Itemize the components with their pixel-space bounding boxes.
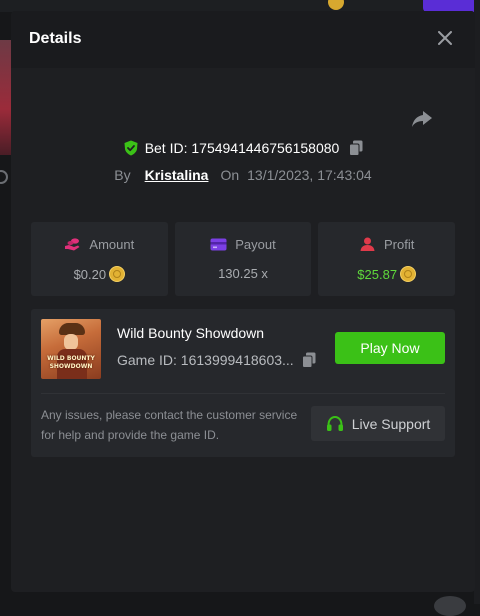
amount-value: $0.20 [73,266,107,282]
profit-user-icon [360,237,375,251]
profit-stat: Profit $25.87 [318,222,456,296]
profit-value: $25.87 [357,266,398,282]
background-scroll-button [434,596,466,616]
game-card: WILD BOUNTY SHOWDOWN Wild Bounty Showdow… [31,309,455,457]
thumb-title-line1: WILD BOUNTY [47,355,95,362]
game-thumbnail[interactable]: WILD BOUNTY SHOWDOWN [41,319,101,379]
amount-label-row: Amount [31,237,168,252]
payout-value: 130.25 x [218,266,268,281]
payout-stat: Payout 130.25 x [174,222,312,296]
game-id-row: Game ID: 1613999418603... [117,352,316,368]
amount-stat: Amount $0.20 [31,222,168,296]
support-help-text: Any issues, please contact the customer … [41,408,298,442]
modal-title: Details [29,30,82,47]
username-link[interactable]: Kristalina [145,167,209,183]
amount-label: Amount [89,237,135,252]
close-button[interactable] [434,27,456,49]
bet-details-modal: Details Bet ID: 1754941446756158080 By K… [11,11,475,592]
copy-icon[interactable] [301,352,316,368]
bet-datetime: 13/1/2023, 17:43:04 [247,167,372,183]
game-id-text: Game ID: 1613999418603... [117,352,294,368]
modal-header: Details [11,11,475,68]
live-support-label: Live Support [351,415,431,432]
profit-label-row: Profit [318,237,455,252]
live-support-button[interactable]: Live Support [311,406,445,441]
profit-label: Profit [384,237,415,252]
payout-label: Payout [235,237,276,252]
character-face-shape [64,334,78,350]
copy-icon[interactable] [349,140,363,156]
game-name: Wild Bounty Showdown [117,325,265,341]
bet-author-row: By Kristalina On 13/1/2023, 17:43:04 [11,167,475,183]
coin-icon [400,266,417,282]
close-icon [438,31,452,45]
share-icon [412,111,432,127]
thumb-title-line2: SHOWDOWN [49,363,93,370]
coins-hand-icon [65,238,80,251]
shield-check-icon [124,140,138,156]
bet-id-text: Bet ID: 1754941446756158080 [144,140,340,156]
play-now-button[interactable]: Play Now [335,332,445,364]
by-label: By [114,167,131,183]
bet-id-row: Bet ID: 1754941446756158080 [11,140,475,156]
share-button[interactable] [411,109,435,131]
coin-icon [109,266,126,282]
profit-value-row: $25.87 [318,266,455,282]
headset-icon [326,415,343,431]
amount-value-row: $0.20 [31,266,168,282]
background-radio-icon [0,170,8,184]
background-game-art [0,40,11,155]
payout-label-row: Payout [175,237,312,252]
on-label: On [220,167,240,183]
bet-stats: Amount $0.20 Payout 130.25 x Profit $25.… [31,222,456,296]
wallet-icon [210,238,227,251]
divider [41,393,445,394]
payout-value-row: 130.25 x [175,266,312,281]
